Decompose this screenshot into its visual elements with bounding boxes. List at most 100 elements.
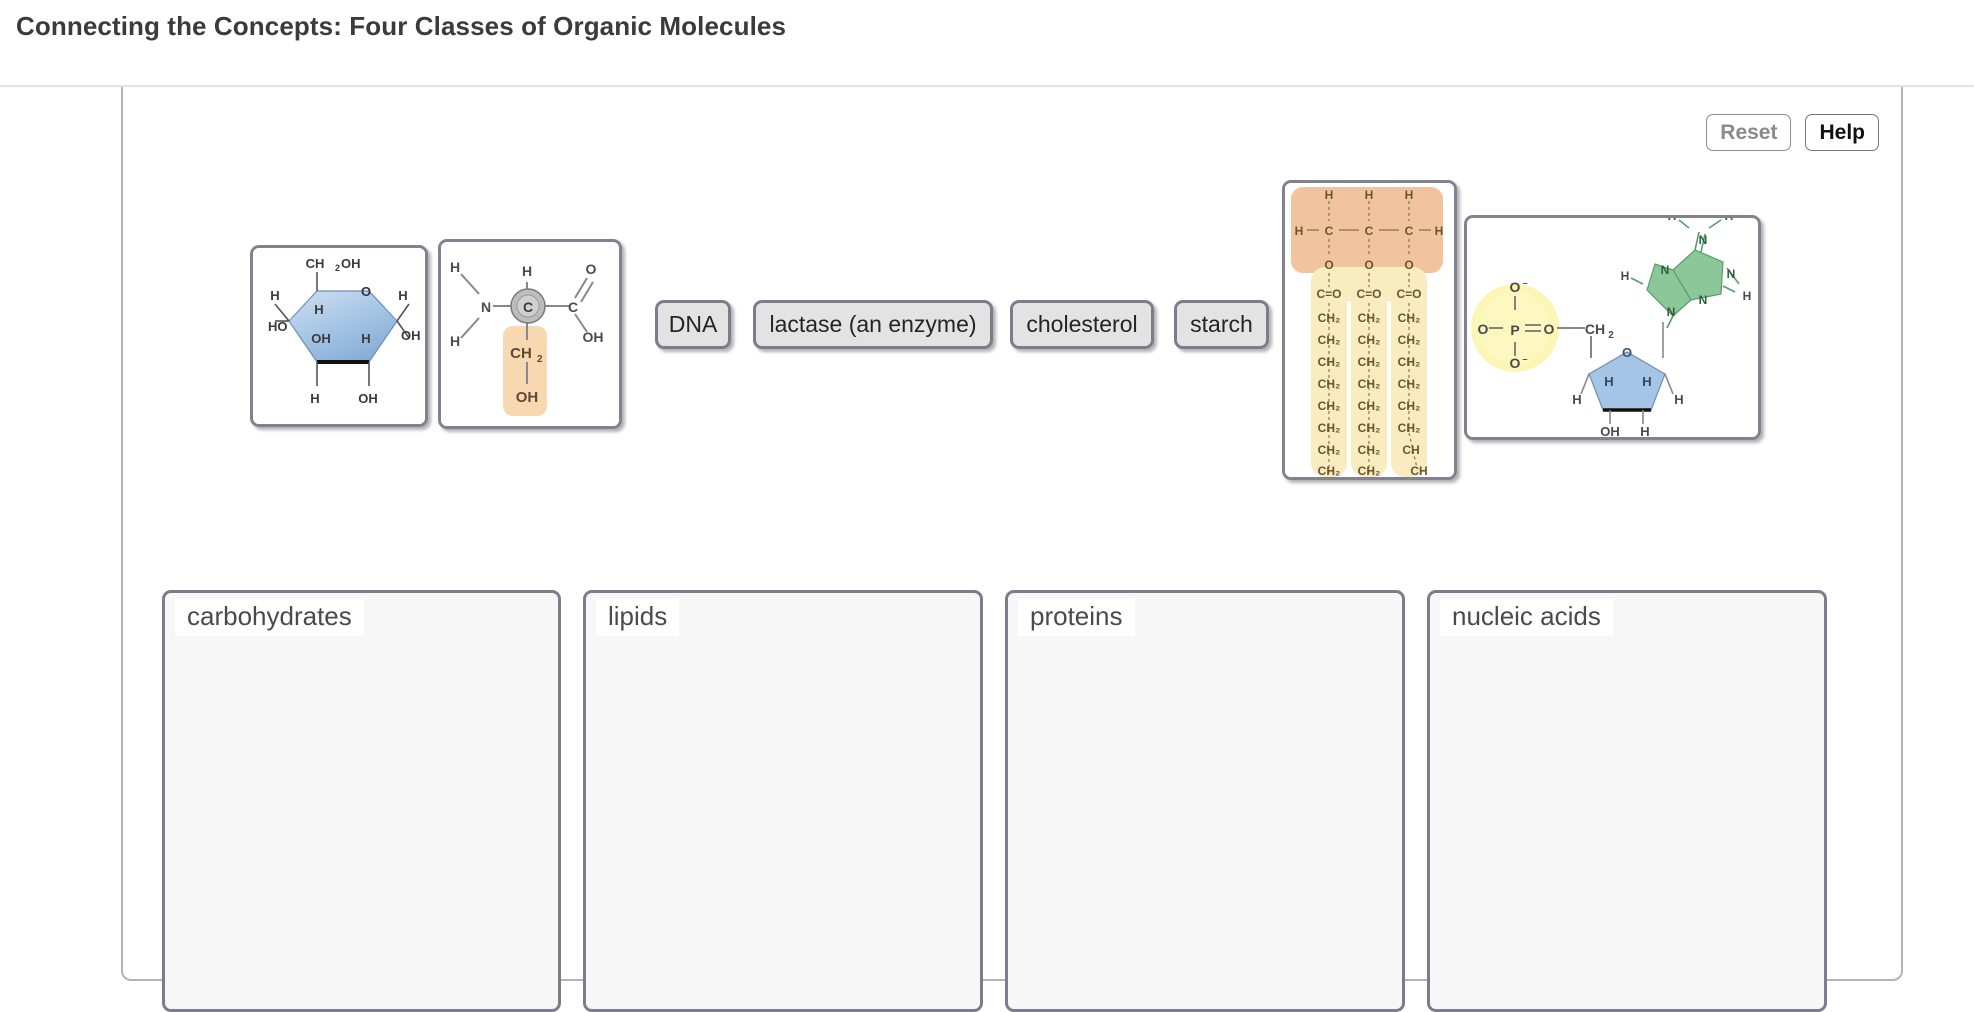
source-chip-dna[interactable]: DNA <box>655 300 731 349</box>
activity-panel: Reset Help CH 2 OH O H H HO OH H OH H H … <box>121 87 1903 1012</box>
svg-text:C=O: C=O <box>1316 287 1341 301</box>
svg-text:C: C <box>1325 224 1334 238</box>
svg-text:CH₂: CH₂ <box>1358 311 1381 325</box>
svg-text:CH₂: CH₂ <box>1318 377 1341 391</box>
svg-text:H: H <box>1295 224 1304 238</box>
svg-text:H: H <box>1642 374 1651 389</box>
svg-text:CH₂: CH₂ <box>1358 355 1381 369</box>
svg-text:O: O <box>586 261 597 277</box>
svg-text:2: 2 <box>335 263 340 273</box>
svg-text:CH₂: CH₂ <box>1398 311 1421 325</box>
svg-text:–: – <box>1522 354 1527 364</box>
svg-text:H: H <box>1365 188 1374 202</box>
svg-text:O: O <box>1622 345 1632 360</box>
svg-text:CH₂: CH₂ <box>1358 443 1381 457</box>
dropzone-carbohydrates[interactable]: carbohydrates <box>162 590 561 1012</box>
svg-text:H: H <box>1674 392 1683 407</box>
triglyceride-structure-icon: H H H H C C C H O O O C=O C=O C=O CH₂ CH₂ CH₂ CH₂ C… <box>1285 183 1454 477</box>
svg-text:O: O <box>1510 279 1521 295</box>
svg-text:H: H <box>1743 289 1752 303</box>
page-header: Connecting the Concepts: Four Classes of… <box>0 0 1974 87</box>
svg-text:H: H <box>1725 218 1734 223</box>
svg-text:CH₂: CH₂ <box>1358 333 1381 347</box>
svg-text:H: H <box>522 263 532 279</box>
source-chip-cholesterol[interactable]: cholesterol <box>1010 300 1154 349</box>
dropzone-label: lipids <box>596 599 680 636</box>
svg-text:H: H <box>398 288 407 303</box>
source-chip-lactase[interactable]: lactase (an enzyme) <box>753 300 993 349</box>
chip-label: starch <box>1190 311 1253 337</box>
svg-text:CH₂: CH₂ <box>1398 355 1421 369</box>
triglyceride-molecule-tile[interactable]: H H H H C C C H O O O C=O C=O C=O CH₂ CH₂ CH₂ CH₂ C… <box>1282 180 1457 480</box>
svg-text:H: H <box>450 259 460 275</box>
svg-text:H: H <box>1435 224 1444 238</box>
svg-text:H: H <box>1668 218 1677 223</box>
svg-text:OH: OH <box>401 328 421 343</box>
dropzone-label: carbohydrates <box>175 599 364 636</box>
page-title: Connecting the Concepts: Four Classes of… <box>16 11 787 41</box>
svg-text:CH₂: CH₂ <box>1318 399 1341 413</box>
svg-text:CH₂: CH₂ <box>1398 421 1421 435</box>
glucose-molecule-tile[interactable]: CH 2 OH O H H HO OH H OH H H OH <box>250 245 428 427</box>
svg-text:2: 2 <box>537 354 543 365</box>
nucleotide-molecule-tile[interactable]: O – O – O P O CH 2 O H H H H OH H N N N … <box>1464 215 1761 440</box>
svg-text:O: O <box>1364 258 1373 272</box>
svg-text:N: N <box>1699 233 1708 247</box>
chip-label: lactase (an enzyme) <box>769 311 977 337</box>
svg-text:HO: HO <box>268 319 288 334</box>
svg-text:CH: CH <box>306 256 325 271</box>
svg-text:H: H <box>450 333 460 349</box>
svg-text:H: H <box>1640 424 1649 437</box>
nucleotide-structure-icon: O – O – O P O CH 2 O H H H H OH H N N N … <box>1467 218 1758 437</box>
dropzone-proteins[interactable]: proteins <box>1005 590 1405 1012</box>
svg-text:CH₂: CH₂ <box>1318 443 1341 457</box>
svg-text:2: 2 <box>1608 330 1614 341</box>
svg-text:CH₂: CH₂ <box>1398 399 1421 413</box>
svg-text:H: H <box>1572 392 1581 407</box>
svg-text:CH₂: CH₂ <box>1318 421 1341 435</box>
dropzone-nucleic-acids[interactable]: nucleic acids <box>1427 590 1827 1012</box>
svg-text:H: H <box>310 391 319 406</box>
svg-text:N: N <box>1667 305 1676 319</box>
svg-text:C=O: C=O <box>1396 287 1421 301</box>
dropzone-label: proteins <box>1018 599 1135 636</box>
svg-text:O: O <box>1478 321 1489 337</box>
svg-text:N: N <box>1699 293 1708 307</box>
svg-text:O: O <box>361 284 371 299</box>
svg-text:C: C <box>523 299 533 315</box>
svg-text:CH₂: CH₂ <box>1358 421 1381 435</box>
svg-text:CH₂: CH₂ <box>1318 355 1341 369</box>
svg-text:O: O <box>1544 321 1555 337</box>
svg-text:O: O <box>1404 258 1413 272</box>
source-items-row: CH 2 OH O H H HO OH H OH H H OH H H N C … <box>123 87 1901 487</box>
svg-text:O: O <box>1324 258 1333 272</box>
svg-text:C: C <box>1405 224 1414 238</box>
svg-text:H: H <box>361 331 370 346</box>
source-chip-starch[interactable]: starch <box>1174 300 1269 349</box>
amino-acid-molecule-tile[interactable]: H H N C H C O OH CH 2 OH <box>438 239 622 429</box>
amino-acid-structure-icon: H H N C H C O OH CH 2 OH <box>441 242 619 426</box>
svg-text:H: H <box>1604 374 1613 389</box>
svg-text:CH: CH <box>1410 464 1427 477</box>
svg-text:OH: OH <box>516 389 539 406</box>
svg-text:CH₂: CH₂ <box>1358 399 1381 413</box>
svg-text:O: O <box>1510 355 1521 371</box>
svg-text:OH: OH <box>311 331 331 346</box>
svg-text:N: N <box>1661 263 1670 277</box>
chip-label: DNA <box>668 311 718 337</box>
svg-text:N: N <box>1727 267 1736 281</box>
svg-text:H: H <box>1325 188 1334 202</box>
dropzone-lipids[interactable]: lipids <box>583 590 983 1012</box>
svg-text:CH₂: CH₂ <box>1358 377 1381 391</box>
svg-text:C: C <box>1365 224 1374 238</box>
svg-text:OH: OH <box>358 391 378 406</box>
svg-text:CH₂: CH₂ <box>1398 333 1421 347</box>
svg-text:CH₂: CH₂ <box>1358 464 1381 477</box>
svg-text:–: – <box>1522 278 1527 288</box>
svg-text:OH: OH <box>341 256 361 271</box>
glucose-structure-icon: CH 2 OH O H H HO OH H OH H H OH <box>253 248 425 424</box>
svg-text:H: H <box>1405 188 1414 202</box>
svg-text:C: C <box>568 299 578 315</box>
svg-text:C=O: C=O <box>1356 287 1381 301</box>
svg-text:OH: OH <box>1600 424 1620 437</box>
